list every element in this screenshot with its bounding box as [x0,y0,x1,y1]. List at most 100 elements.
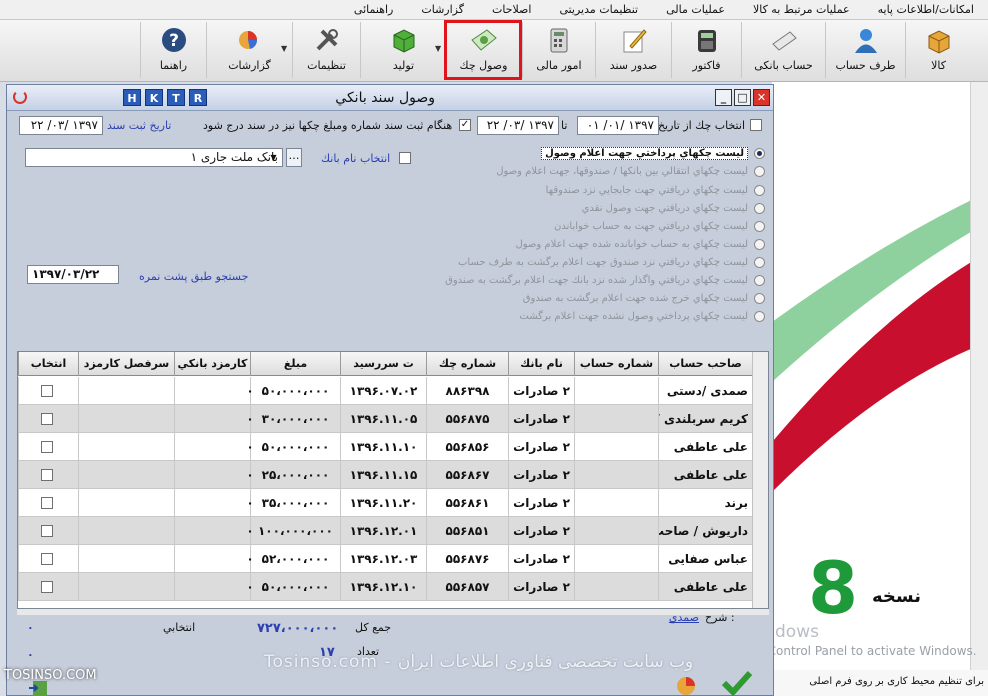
reg-date-input[interactable]: ۱۳۹۷ /۰۳/ ۲۲ [19,116,103,135]
tanzimat-button[interactable]: تنظیمات [292,22,360,78]
radio-button[interactable] [754,220,765,232]
radio-option-4[interactable]: ليست چکهاي دريافتي جهت وصول نقدي [582,200,765,216]
row-select-checkbox[interactable] [41,441,53,453]
col-fee-heading[interactable]: سرفصل كارمزد [78,352,174,376]
menu-base-info[interactable]: امکانات/اطلاعات پایه [864,3,988,16]
radio-option-9[interactable]: ليست چکهاي خرج شده جهت اعلام برگشت به صن… [523,290,765,306]
row-select-checkbox[interactable] [41,413,53,425]
hotkey-t-button[interactable]: T [167,89,185,106]
maximize-button[interactable]: □ [734,89,751,106]
radio-button[interactable] [754,274,765,286]
table-row[interactable]: علی عاطفی ۲ صادرات ۵۵۶۸۵۶ ۱۳۹۶.۱۱.۱۰ ۵۰،۰۰۰،… [18,433,752,461]
chevron-down-icon[interactable]: ▼ [435,44,441,53]
row-select-checkbox[interactable] [41,581,53,593]
radio-button[interactable] [754,256,765,268]
background-scrollbar[interactable] [970,82,988,696]
cell-owner: علی عاطفی [658,461,752,489]
col-select[interactable]: انتخاب [18,352,78,376]
col-due-date[interactable]: ت سررسيد [340,352,426,376]
cell-bank-name: ۲ صادرات [508,517,574,545]
menu-help[interactable]: راهنمائی [340,3,407,16]
cell-due-date: ۱۳۹۶.۱۱.۱۵ [340,461,426,489]
date-filter-checkbox[interactable] [750,119,762,131]
gozareshat-button[interactable]: گزارشات ▼ [206,22,292,78]
menu-reports[interactable]: گزارشات [407,3,478,16]
row-select-checkbox[interactable] [41,497,53,509]
browse-button[interactable]: … [286,148,302,167]
factor-button[interactable]: فاکتور [671,22,741,78]
tolid-button[interactable]: تولید ▼ [360,22,446,78]
radio-button[interactable] [754,292,765,304]
radio-option-6[interactable]: ليست چکهاي به حساب خوابانده شده جهت اعلا… [516,236,765,252]
cell-due-date: ۱۳۹۶.۱۱.۲۰ [340,489,426,517]
table-row[interactable]: داریوش / صاحب ملک ۲ صادرات۵۵۶۸۵۱۱۳۹۶.۱۲.۰… [18,517,752,545]
kala-button[interactable]: کالا [905,22,971,78]
bank-select[interactable]: بانک ملت جاری ۱ [25,148,283,167]
refresh-icon[interactable] [13,90,27,104]
table-row[interactable]: عباس صفایی ۲ صادرات ۵۵۶۸۷۶ ۱۳۹۶.۱۲.۰۳ ۵۲،۰۰۰… [18,545,752,573]
radio-option-1[interactable]: ليست چکهاي پرداختي جهت اعلام وصول [541,145,765,161]
omoor-mali-button[interactable]: امور مالی [522,22,595,78]
col-bank-name[interactable]: نام بانك [508,352,574,376]
table-row[interactable]: صمدی /دستی ۲ صادرات ۸۸۶۳۹۸ ۱۳۹۶.۰۷.۰۲ ۵۰،۰۰۰… [18,377,752,405]
minimize-button[interactable]: _ [715,89,732,106]
menu-management[interactable]: تنظیمات مدیریتی [545,3,652,16]
cell-account-no [574,489,658,517]
radio-button[interactable] [754,147,765,159]
col-amount[interactable]: مبلغ [250,352,340,376]
search-date-input[interactable]: ۱۳۹۷/۰۳/۲۲ [27,265,119,284]
radio-button[interactable] [754,202,765,214]
sodoor-sanad-button[interactable]: صدور سند [595,22,671,78]
vosool-cheque-button[interactable]: وصول چك [444,20,522,80]
radio-button[interactable] [754,310,765,322]
hotkey-k-button[interactable]: K [145,89,163,106]
radio-option-3[interactable]: ليست چکهاي دريافتي جهت جابجايي نزد صندوق… [546,182,765,198]
row-select-checkbox[interactable] [41,553,53,565]
radio-option-10[interactable]: ليست چکهاي پرداختي وصول نشده جهت اعلام ب… [519,308,765,324]
grid-scrollbar[interactable] [752,352,768,608]
radio-button[interactable] [754,238,765,250]
close-button[interactable]: ✕ [753,89,770,106]
date-to-input[interactable]: ۱۳۹۷ /۰۳/ ۲۲ [477,116,559,135]
row-select-checkbox[interactable] [41,525,53,537]
chevron-down-icon[interactable]: ▼ [266,150,281,165]
cell-due-date: ۱۳۹۶.۱۲.۰۳ [340,545,426,573]
cell-account-no [574,545,658,573]
taraf-hesab-button[interactable]: طرف حساب [825,22,905,78]
hotkey-h-button[interactable]: H [123,89,141,106]
rahnama-button[interactable]: ? راهنما [140,22,206,78]
col-owner[interactable]: صاحب حساب [658,352,752,376]
chart-icon[interactable] [673,673,699,695]
radio-option-8[interactable]: ليست چکهاي دريافتي واگذار شده نزد بانك ج… [445,272,765,288]
table-row[interactable]: علی عاطفی ۲ صادرات ۵۵۶۸۶۷ ۱۳۹۶.۱۱.۱۵ ۲۵،۰۰۰،… [18,461,752,489]
bank-select-checkbox[interactable] [399,152,411,164]
menu-goods[interactable]: عملیات مرتبط به کالا [739,3,864,16]
row-select-checkbox[interactable] [41,469,53,481]
site-watermark: TOSINSO.COM [4,668,97,683]
radio-option-7[interactable]: ليست چکهاي دريافتي نزد صندوق جهت اعلام ب… [458,254,765,270]
table-row[interactable]: علی عاطفی ۲ صادرات ۵۵۶۸۵۷ ۱۳۹۶.۱۲.۱۰ ۵۰،۰۰۰،… [18,573,752,601]
chevron-down-icon[interactable]: ▼ [281,44,287,53]
cell-cheque-no: ۵۵۶۸۷۵ [426,405,508,433]
sharh-value[interactable]: صمدي [669,611,699,624]
radio-button[interactable] [754,184,765,196]
table-row[interactable]: برند ۲ صادرات ۵۵۶۸۶۱ ۱۳۹۶.۱۱.۲۰ ۳۵،۰۰۰،۰۰۰ ۰ [18,489,752,517]
date-from-input[interactable]: ۱۳۹۷ /۰۱/ ۰۱ [577,116,659,135]
table-row[interactable]: کریم سربلندی /دستی ۲ صادرات۵۵۶۸۷۵۱۳۹۶.۱۱.… [18,405,752,433]
insert-amount-checkbox[interactable]: ✓ [459,119,471,131]
col-cheque-no[interactable]: شماره چك [426,352,508,376]
radio-option-2[interactable]: ليست چکهاي انتقالي بين بانكها / صندوقها،… [496,163,765,179]
menu-financial[interactable]: عملیات مالی [652,3,739,16]
to-label: تا [561,119,568,132]
hesab-banki-button[interactable]: حساب بانکی [741,22,825,78]
hotkey-r-button[interactable]: R [189,89,207,106]
col-bank-fee[interactable]: كارمزد بانكي [174,352,250,376]
cell-bank-fee [174,433,250,461]
row-select-checkbox[interactable] [41,385,53,397]
grid-horizontal-scrollbar[interactable] [17,609,769,615]
radio-button[interactable] [754,165,765,177]
menu-edits[interactable]: اصلاحات [478,3,545,16]
col-account-no[interactable]: شماره حساب [574,352,658,376]
confirm-button[interactable] [721,669,753,696]
radio-option-5[interactable]: ليست چکهاي دريافتي جهت به حساب خواباندن [554,218,765,234]
